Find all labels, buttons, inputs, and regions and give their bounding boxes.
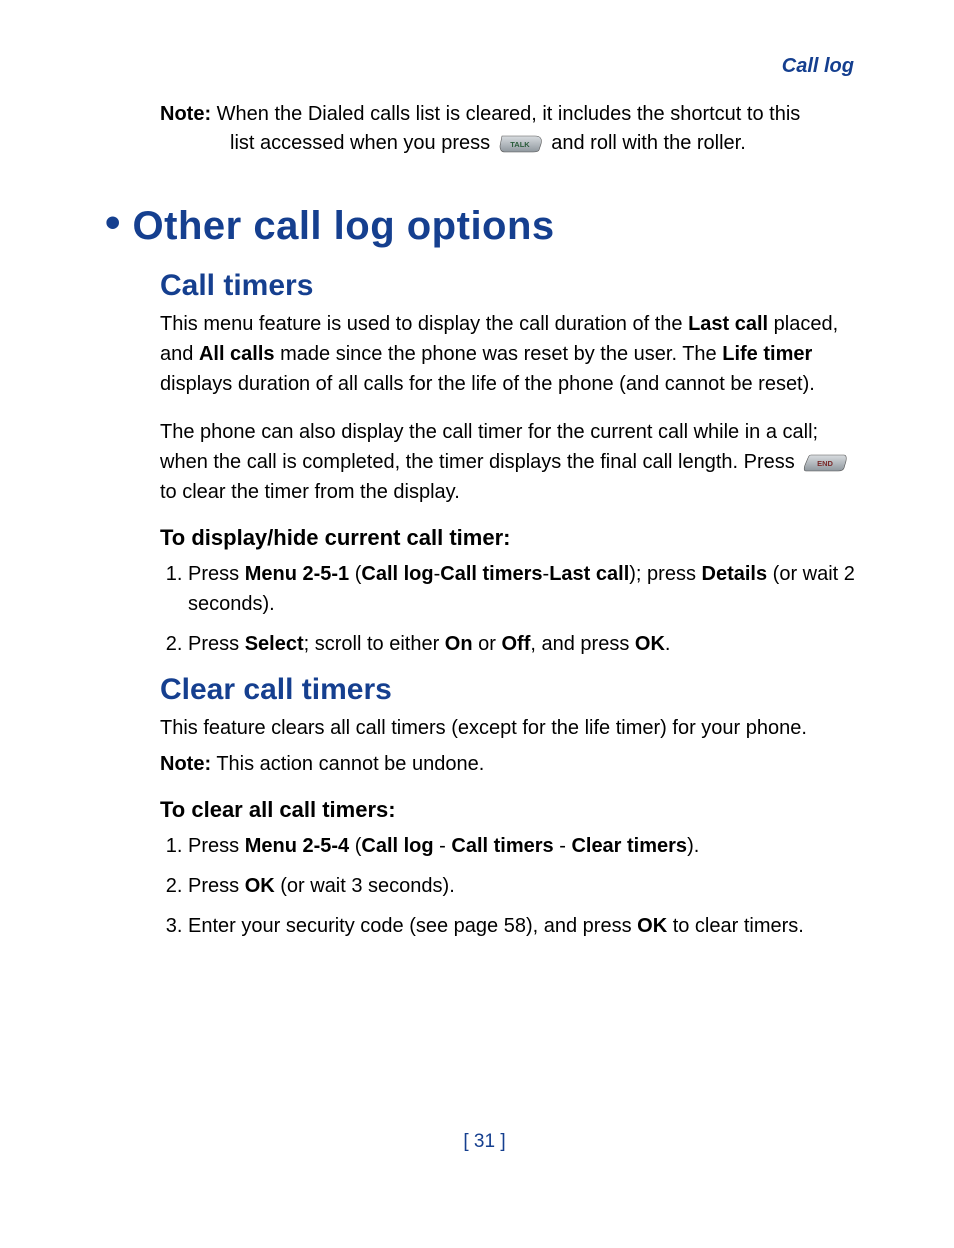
manual-page: Call log Note: When the Dialed calls lis… xyxy=(0,0,954,1193)
page-number: [ 31 ] xyxy=(105,1131,864,1153)
note-text: This action cannot be undone. xyxy=(216,753,484,775)
note-label: Note: xyxy=(160,753,211,775)
note-text-2a: list accessed when you press xyxy=(230,132,496,154)
note-text-2b: and roll with the roller. xyxy=(551,132,746,154)
talk-key-icon: TALK xyxy=(499,134,543,153)
procedure-heading-display-timer: To display/hide current call timer: xyxy=(160,525,864,551)
bullet-icon: • xyxy=(105,198,121,247)
end-key-icon: END xyxy=(803,453,847,472)
running-header: Call log xyxy=(105,55,864,78)
list-item: Enter your security code (see page 58), … xyxy=(188,911,864,941)
list-item: Press Select; scroll to either On or Off… xyxy=(188,629,864,659)
top-note: Note: When the Dialed calls list is clea… xyxy=(160,100,864,158)
note-label: Note: xyxy=(160,103,211,125)
call-timers-para1: This menu feature is used to display the… xyxy=(160,309,864,399)
list-item: Press Menu 2-5-1 (Call log-Call timers-L… xyxy=(188,559,864,619)
subheading-clear-timers: Clear call timers xyxy=(160,673,864,707)
steps-clear-timers: Press Menu 2-5-4 (Call log - Call timers… xyxy=(160,831,864,941)
clear-timers-note: Note: This action cannot be undone. xyxy=(160,749,864,779)
procedure-heading-clear-timers: To clear all call timers: xyxy=(160,797,864,823)
list-item: Press OK (or wait 3 seconds). xyxy=(188,871,864,901)
list-item: Press Menu 2-5-4 (Call log - Call timers… xyxy=(188,831,864,861)
section-heading-main: • Other call log options xyxy=(105,198,864,249)
call-timers-para2: The phone can also display the call time… xyxy=(160,417,864,507)
subheading-call-timers: Call timers xyxy=(160,269,864,303)
section-heading-text: Other call log options xyxy=(133,204,555,248)
steps-display-timer: Press Menu 2-5-1 (Call log-Call timers-L… xyxy=(160,559,864,659)
note-text-1: When the Dialed calls list is cleared, i… xyxy=(217,103,801,125)
clear-timers-para1: This feature clears all call timers (exc… xyxy=(160,713,864,743)
svg-text:TALK: TALK xyxy=(510,140,530,149)
svg-text:END: END xyxy=(817,459,833,468)
